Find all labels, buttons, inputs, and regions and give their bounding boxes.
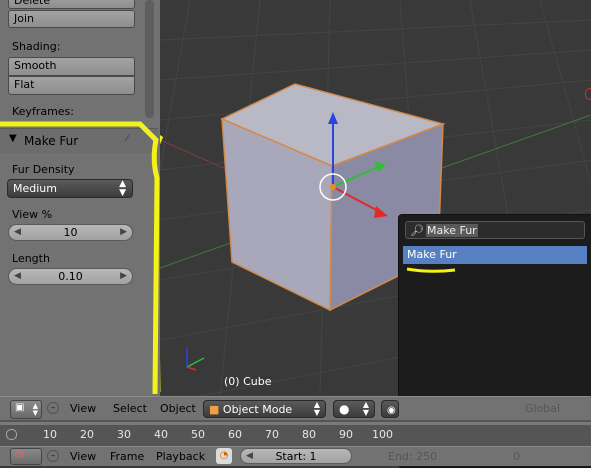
decrement-arrow-icon[interactable]: ◀ xyxy=(246,449,253,464)
timeline-tick: 20 xyxy=(80,428,94,441)
timeline-tick: 40 xyxy=(154,428,168,441)
timeline-tick: 70 xyxy=(265,428,279,441)
timeline-tick: 50 xyxy=(191,428,205,441)
timeline-tick: 80 xyxy=(302,428,316,441)
frame-menu[interactable]: Frame xyxy=(110,447,144,466)
timeline-view-menu[interactable]: View xyxy=(70,447,96,466)
editor-type-button[interactable]: ▣ ▲ ▼ xyxy=(10,400,42,419)
collapse-menu-icon[interactable]: – xyxy=(47,402,59,414)
object-mode-icon: ■ xyxy=(209,403,220,416)
timeline-tick: 120 xyxy=(447,428,468,441)
timeline-tick: 140 xyxy=(521,428,542,441)
collapse-menu-icon[interactable]: – xyxy=(47,450,59,462)
result-underline-annotation xyxy=(406,267,456,273)
shading-dropdown[interactable]: ● ▲ ▼ xyxy=(333,400,375,418)
timeline-tick: 110 xyxy=(410,428,431,441)
timeline-tick: 100 xyxy=(372,428,393,441)
search-query: Make Fur xyxy=(426,224,478,237)
timeline-tick: 150 xyxy=(558,428,579,441)
orientation-label[interactable]: Global xyxy=(525,397,560,421)
view-menu[interactable]: View xyxy=(70,397,96,421)
frame-cursor-icon[interactable] xyxy=(6,429,17,440)
select-menu[interactable]: Select xyxy=(113,397,147,421)
clock-icon: ◷ xyxy=(15,449,24,460)
mode-value: Object Mode xyxy=(222,403,293,416)
search-input[interactable]: 🔎︎ Make Fur xyxy=(405,221,585,239)
timeline-tick: 10 xyxy=(43,428,57,441)
timeline-header: ◷ – View Frame Playback ◔ ◀ Start: 1 End… xyxy=(0,446,591,466)
highlight-stroke xyxy=(0,121,160,395)
timeline-tick: 60 xyxy=(228,428,242,441)
updown-arrows-icon: ▲ ▼ xyxy=(313,400,320,417)
timeline-tick: 30 xyxy=(117,428,131,441)
pivot-dropdown[interactable]: ◉ xyxy=(381,400,399,418)
solid-shading-icon: ● xyxy=(339,402,350,416)
timeline-tick: 90 xyxy=(339,428,353,441)
timeline-scrubber-bar[interactable] xyxy=(0,422,591,425)
search-result-item[interactable]: Make Fur xyxy=(403,246,587,264)
editor-type-button[interactable]: ◷ xyxy=(10,448,42,465)
playback-menu[interactable]: Playback xyxy=(156,447,205,466)
highlight-overlay xyxy=(0,121,160,395)
search-icon: 🔎︎ xyxy=(410,224,424,237)
cube-icon: ▣ xyxy=(15,402,25,413)
keying-icon[interactable]: ◔ xyxy=(216,448,232,464)
current-frame-field[interactable]: 0 xyxy=(513,447,520,466)
timeline-tick: 130 xyxy=(484,428,505,441)
viewport-header: ▣ ▲ ▼ – View Select Object ■ Object Mode … xyxy=(0,396,591,421)
light-marker-icon xyxy=(585,88,591,100)
updown-arrows-icon: ▲ ▼ xyxy=(32,402,38,417)
start-frame-field[interactable]: ◀ Start: 1 xyxy=(240,448,352,464)
mode-dropdown[interactable]: ■ Object Mode ▲ ▼ xyxy=(203,400,326,418)
end-frame-field[interactable]: End: 250 xyxy=(388,447,437,466)
updown-arrows-icon: ▲ ▼ xyxy=(362,400,369,417)
start-frame-value: Start: 1 xyxy=(275,450,317,463)
object-menu[interactable]: Object xyxy=(160,397,196,421)
pivot-icon: ◉ xyxy=(387,405,396,416)
